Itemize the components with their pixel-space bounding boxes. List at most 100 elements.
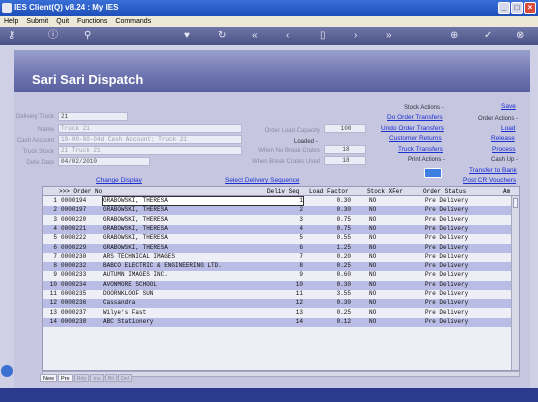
maximize-icon[interactable]: □ — [511, 2, 523, 14]
tab-new[interactable]: New — [40, 374, 58, 382]
search-icon[interactable]: ⚲ — [84, 30, 91, 42]
table-row[interactable]: 9 0000233 AUTUMN IMAGES INC. 9 0.60 NO Pre Del… — [43, 271, 513, 280]
print-icon[interactable] — [424, 168, 442, 178]
truck-transfers-link[interactable]: Truck Transfers — [398, 146, 443, 153]
app-icon — [2, 3, 12, 13]
table-row[interactable]: 6 0000229 GRABOWSKI, THERESA 6 1.25 NO Pre Del… — [43, 243, 513, 253]
tab-bil[interactable]: Bil — [104, 374, 117, 382]
menu-help[interactable]: Help — [4, 16, 18, 27]
table-cell: NO — [369, 206, 377, 214]
table-cell: GRABOWSKI, THERESA — [103, 243, 168, 251]
table-cell: Pre Delivery — [425, 243, 469, 251]
table-row[interactable]: 14 0000238 ABC Stationery 14 0.12 NO Pre Deliv… — [43, 317, 513, 327]
table-cell: 0000236 — [61, 299, 87, 307]
menu-submit[interactable]: Submit — [26, 16, 48, 27]
cancel-icon[interactable]: ⊗ — [516, 30, 524, 42]
table-row[interactable]: 10 0000234 AVONMORE SCHOOL 10 0.30 NO Pre Deli… — [43, 280, 513, 290]
table-cell: ABC Stationery — [103, 317, 154, 325]
table-cell: NO — [369, 280, 377, 288]
col-order-status[interactable]: Order Status — [423, 188, 466, 195]
col-load-factor[interactable]: Load Factor — [309, 188, 349, 195]
change-display-link[interactable]: Change Display — [96, 177, 142, 184]
table-row[interactable]: 12 0000236 Cassandra 12 0.30 NO Pre Delivery — [43, 299, 513, 309]
minimize-icon[interactable]: _ — [498, 2, 510, 14]
tab-del[interactable]: Del — [117, 374, 133, 382]
save-link[interactable]: Save — [501, 103, 516, 110]
table-row[interactable]: 11 0000235 DOORNKLOOF SUN 11 3.55 NO Pre Deliv… — [43, 290, 513, 299]
key-icon[interactable]: ⚷ — [8, 30, 15, 42]
tab-ins[interactable]: Ins — [90, 374, 104, 382]
back-icon[interactable]: ‹ — [286, 30, 289, 42]
grid-header: >>> Order No Deliv Seq Load Factor Stock… — [43, 187, 519, 196]
table-row[interactable]: 2 0000197 GRABOWSKI, THERESA 2 0.30 NO Pre Del… — [43, 206, 513, 216]
table-row[interactable]: 3 0000220 GRABOWSKI, THERESA 3 0.75 NO Pre Del… — [43, 216, 513, 225]
help-bubble-icon[interactable] — [1, 365, 13, 377]
do-order-transfers-link[interactable]: Do Order Transfers — [387, 114, 443, 121]
col-order-no[interactable]: >>> Order No — [59, 188, 102, 195]
close-window-icon[interactable]: × — [524, 2, 536, 14]
col-am[interactable]: Am — [503, 188, 510, 195]
table-cell: 10 — [49, 280, 57, 288]
heart-icon[interactable]: ♥ — [184, 30, 190, 42]
info-icon[interactable]: ⓘ — [48, 30, 58, 42]
forward-icon[interactable]: › — [354, 30, 357, 42]
table-cell: 0000221 — [61, 224, 87, 232]
release-link[interactable]: Release — [491, 135, 515, 142]
add-icon[interactable]: ⊕ — [450, 30, 458, 42]
table-cell: 11 — [49, 290, 57, 297]
table-row[interactable]: 7 0000230 ARS TECHNICAL IMAGES 7 0.20 NO Pre D… — [43, 253, 513, 262]
rewind-icon[interactable]: « — [252, 30, 258, 42]
table-cell: 3 — [53, 215, 57, 223]
table-cell: 0000235 — [61, 290, 87, 297]
table-cell: 13 — [49, 308, 57, 316]
vertical-scrollbar[interactable] — [511, 196, 519, 370]
table-cell: 4 — [53, 224, 57, 232]
table-cell: 0.20 — [336, 252, 351, 260]
trash-icon[interactable]: ▯ — [320, 30, 326, 42]
refresh-icon[interactable]: ↻ — [218, 30, 226, 42]
undo-order-transfers-link[interactable]: Undo Order Transfers — [381, 125, 444, 132]
table-row[interactable]: 5 0000222 GRABOWSKI, THERESA 5 0.55 NO Pre Del… — [43, 234, 513, 243]
menu-commands[interactable]: Commands — [115, 16, 151, 27]
process-link[interactable]: Process — [492, 146, 515, 153]
page-title: Sari Sari Dispatch — [32, 72, 144, 87]
col-deliv-seq[interactable]: Deliv Seq — [267, 188, 299, 195]
table-row[interactable]: 8 0000232 BABCO ELECTRIC & ENGINEERING LTD… — [43, 262, 513, 272]
scroll-thumb[interactable] — [513, 198, 518, 208]
select-delivery-sequence-link[interactable]: Select Delivery Sequence — [225, 177, 299, 184]
table-cell: 0000237 — [61, 308, 87, 316]
table-cell: 3.55 — [336, 290, 351, 297]
table-cell: 14 — [49, 317, 57, 325]
when-no-break-crates-field[interactable]: 18 — [324, 145, 366, 154]
name-field[interactable]: Truck 21 — [58, 124, 242, 133]
delivery-truck-field[interactable]: 21 — [58, 112, 128, 121]
table-cell: 0.25 — [336, 308, 351, 316]
table-row[interactable]: 1 0000194 GRABOWSKI, THERESA 1 0.30 NO Pre Del… — [43, 196, 513, 206]
post-cr-vouchers-link[interactable]: Post CR Vouchers — [463, 177, 516, 184]
tab-rdy[interactable]: Rdy — [73, 374, 90, 382]
table-cell: NO — [369, 262, 377, 270]
menu-functions[interactable]: Functions — [77, 16, 107, 27]
menu-quit[interactable]: Quit — [56, 16, 69, 27]
transfer-to-bank-link[interactable]: Transfer to Bank — [469, 167, 517, 174]
tab-pre[interactable]: Pre — [58, 374, 73, 382]
table-row[interactable]: 4 0000221 GRABOWSKI, THERESA 4 0.75 NO Pre Del… — [43, 224, 513, 234]
truck-stock-field[interactable]: 21 Truck 21 — [58, 146, 242, 155]
col-stock-xfer[interactable]: Stock XFer — [367, 188, 403, 195]
page-banner: Sari Sari Dispatch — [14, 50, 530, 92]
fast-forward-icon[interactable]: » — [386, 30, 392, 42]
table-cell: 0000233 — [61, 271, 87, 279]
table-cell: NO — [369, 317, 377, 325]
table-row[interactable]: 13 0000237 Wilye's Fast 13 0.25 NO Pre Deliver… — [43, 309, 513, 318]
check-icon[interactable]: ✓ — [484, 30, 492, 42]
load-link[interactable]: Load — [501, 125, 515, 132]
order-load-capacity-field[interactable]: 100 — [324, 124, 366, 133]
table-cell: Pre Delivery — [425, 197, 469, 204]
when-break-crates-used-field[interactable]: 18 — [324, 156, 366, 165]
cash-account-field[interactable]: 10-00-00-04d Cash Account: Truck 21 — [58, 135, 242, 144]
table-cell: 0000194 — [61, 197, 87, 204]
deliv-date-field[interactable]: 04/02/2010 — [58, 157, 150, 166]
table-cell: BABCO ELECTRIC & ENGINEERING LTD. — [103, 262, 222, 270]
table-cell: 14 — [295, 317, 303, 325]
customer-returns-link[interactable]: Customer Returns — [389, 135, 442, 142]
